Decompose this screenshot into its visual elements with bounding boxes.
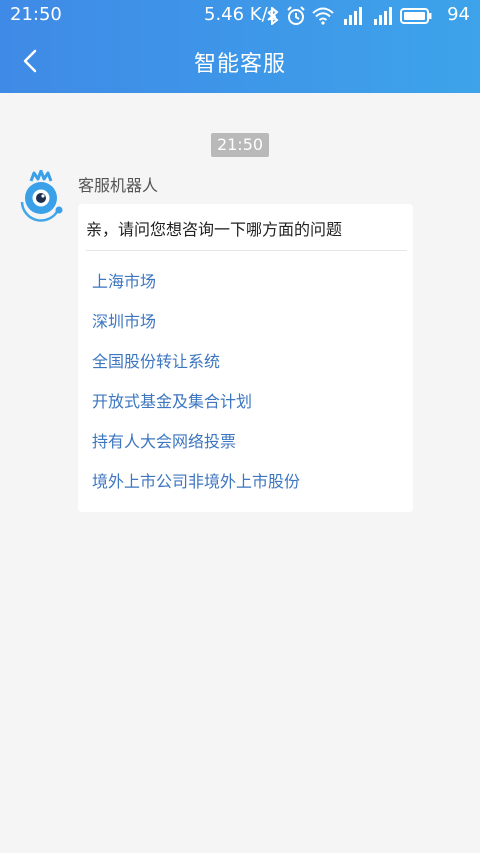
wifi-icon: [312, 7, 334, 25]
alarm-icon: [286, 6, 306, 26]
status-time: 21:50: [10, 4, 62, 25]
option-link-overseas-listed-shares[interactable]: 境外上市公司非境外上市股份: [92, 462, 300, 502]
app-header: 21:50 5.46 K/s 94 智能客服: [0, 0, 480, 93]
status-bar: 21:50 5.46 K/s 94: [0, 0, 480, 30]
status-icons: [266, 6, 432, 26]
page-title: 智能客服: [193, 52, 286, 77]
divider: [86, 250, 407, 251]
battery-percent: 94: [447, 4, 470, 25]
battery-icon: [400, 8, 432, 24]
nav-bar: 智能客服: [0, 30, 480, 93]
message-bubble: 亲，请问您想咨询一下哪方面的问题 上海市场 深圳市场 全国股份转让系统 开放式基…: [78, 204, 413, 512]
robot-icon: [20, 169, 63, 222]
robot-avatar: [16, 169, 66, 225]
sender-name: 客服机器人: [78, 176, 159, 195]
option-link-open-end-funds[interactable]: 开放式基金及集合计划: [92, 382, 300, 422]
option-link-holder-meeting-voting[interactable]: 持有人大会网络投票: [92, 422, 300, 462]
bot-question: 亲，请问您想咨询一下哪方面的问题: [86, 220, 343, 239]
message-timestamp: 21:50: [211, 133, 269, 157]
option-link-shanghai-market[interactable]: 上海市场: [92, 262, 300, 302]
signal-3g-icon: [370, 7, 394, 25]
bluetooth-icon: [266, 7, 280, 25]
option-link-shenzhen-market[interactable]: 深圳市场: [92, 302, 300, 342]
signal-4g-icon: [340, 7, 364, 25]
option-list: 上海市场 深圳市场 全国股份转让系统 开放式基金及集合计划 持有人大会网络投票 …: [92, 262, 300, 502]
option-link-neeq[interactable]: 全国股份转让系统: [92, 342, 300, 382]
